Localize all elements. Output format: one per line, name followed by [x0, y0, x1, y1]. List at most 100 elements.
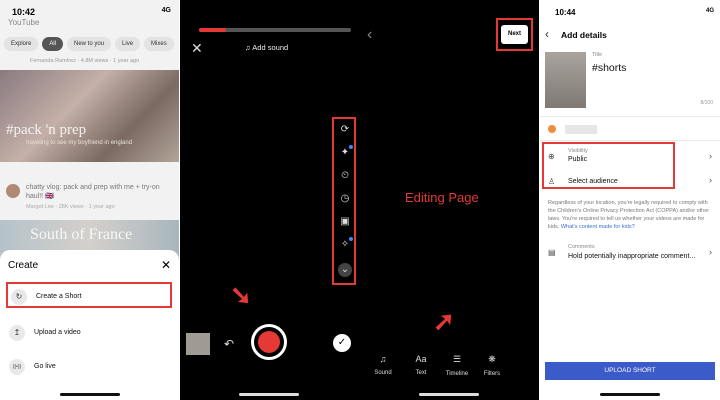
recording-progress-bar [199, 28, 351, 32]
camera-tools-toolbar: ⟳ ✦ ⏲ ◷ ▣ ✧ ⌄ [332, 117, 356, 285]
create-short-button[interactable]: ↻ Create a Short [6, 282, 172, 308]
home-indicator [419, 393, 479, 396]
home-indicator [239, 393, 299, 396]
filters-icon: ❋ [488, 354, 496, 364]
retouch-icon[interactable]: ✧ [338, 237, 353, 252]
tool-label: Timeline [445, 371, 469, 377]
close-icon[interactable]: ✕ [191, 40, 203, 57]
signal-indicator: 4G [705, 8, 714, 14]
record-icon [258, 331, 280, 353]
panel-divider [539, 0, 540, 400]
thumbnail-caption: #pack 'n prep [6, 122, 87, 138]
chip-all[interactable]: All [42, 37, 64, 51]
made-for-kids-link[interactable]: What's content made for kids? [561, 224, 635, 230]
chevron-down-icon[interactable]: ⌄ [338, 263, 352, 277]
upload-icon: ↥ [9, 325, 25, 341]
close-icon[interactable]: ✕ [161, 258, 171, 272]
flip-camera-icon[interactable]: ⟳ [338, 123, 352, 137]
chevron-right-icon: › [709, 247, 712, 257]
video-thumbnail[interactable]: #pack 'n prep traveling to see my boyfri… [0, 70, 179, 162]
channel-avatar [548, 125, 556, 133]
gallery-thumbnail[interactable] [186, 333, 210, 355]
home-indicator [599, 393, 660, 396]
app-logo: YouTube [8, 18, 40, 27]
shorts-icon: ↻ [11, 289, 27, 305]
select-audience-label: Select audience [568, 178, 618, 185]
coppa-notice: Regardless of your location, you're lega… [548, 199, 712, 231]
sheet-title: Create [8, 260, 39, 271]
visibility-label: Visibility [568, 148, 588, 154]
text-tool[interactable]: Aa Text [405, 354, 437, 376]
next-button[interactable]: Next [501, 25, 528, 44]
upload-short-button[interactable]: UPLOAD SHORT [545, 362, 715, 380]
timer-icon[interactable]: ◷ [338, 192, 352, 206]
sound-tool[interactable]: ♫ Sound [367, 354, 399, 376]
title-field[interactable]: #shorts [592, 62, 626, 74]
divider [539, 140, 720, 141]
timeline-tool[interactable]: ☰ Timeline [441, 354, 473, 377]
speed-icon[interactable]: ⏲ [338, 169, 352, 183]
menu-label: Create a Short [36, 293, 82, 300]
visibility-value: Public [568, 156, 588, 163]
chip-mixes[interactable]: Mixes [144, 37, 174, 51]
comments-label: Comments [568, 244, 595, 250]
record-button[interactable] [251, 324, 287, 360]
undo-icon[interactable]: ↶ [224, 337, 234, 351]
go-live-button[interactable]: ((•)) Go live [6, 354, 172, 380]
green-screen-icon[interactable]: ▣ [338, 215, 352, 229]
done-check-button[interactable]: ✓ [333, 334, 351, 352]
pointer-arrow-icon: ➘ [230, 280, 252, 310]
thumbnail-subcaption: traveling to see my boyfriend in england [26, 140, 133, 146]
menu-label: Go live [34, 363, 56, 370]
thumbnail-caption: South of France [30, 226, 133, 243]
video-cover-thumbnail[interactable] [545, 52, 586, 108]
channel-name-placeholder [565, 125, 597, 134]
live-icon: ((•)) [9, 359, 25, 375]
menu-label: Upload a video [34, 329, 81, 336]
recording-progress-fill [199, 28, 227, 32]
chip-live[interactable]: Live [115, 37, 141, 51]
timeline-icon: ☰ [452, 354, 462, 364]
status-time: 10:44 [555, 8, 576, 17]
add-details-panel: 10:44 4G ‹ Add details Title #shorts 8/1… [539, 0, 720, 400]
video-title: chatty vlog: pack and prep with me + try… [26, 184, 160, 200]
comment-icon: ▤ [548, 248, 556, 257]
title-char-count: 8/100 [700, 100, 713, 106]
back-icon[interactable]: ‹ [545, 27, 549, 41]
title-field-label: Title [592, 52, 603, 58]
audience-icon: ♙ [548, 177, 556, 186]
globe-icon: ⊕ [548, 152, 555, 161]
create-sheet: Create ✕ ↻ Create a Short ↥ Upload a vid… [0, 250, 179, 400]
add-sound-button[interactable]: ♫ Add sound [245, 43, 288, 52]
text-icon: Aa [415, 354, 427, 364]
effects-icon[interactable]: ✦ [338, 145, 353, 160]
tool-label: Sound [374, 370, 392, 376]
status-bar: 10:44 4G [539, 0, 720, 20]
upload-video-button[interactable]: ↥ Upload a video [6, 320, 172, 346]
editing-panel: ‹ Next Editing Page ➚ ♫ Sound Aa Text ☰ … [359, 0, 539, 400]
avatar[interactable] [6, 184, 20, 198]
filter-chips: Explore All New to you Live Mixes [4, 37, 174, 51]
next-highlight: Next [496, 18, 533, 51]
signal-indicator: 4G [161, 7, 171, 14]
chevron-right-icon: › [709, 175, 712, 185]
home-indicator [59, 393, 120, 396]
tool-label: Text [415, 370, 427, 376]
panel-divider [179, 0, 180, 400]
chip-explore[interactable]: Explore [4, 37, 39, 51]
editing-page-label: Editing Page [405, 190, 479, 205]
back-icon[interactable]: ‹ [367, 26, 372, 44]
youtube-home-panel: 10:42 4G YouTube Explore All New to you … [0, 0, 179, 400]
chip-new-to-you[interactable]: New to you [67, 37, 112, 51]
page-title: Add details [561, 30, 607, 40]
tool-label: Filters [483, 371, 501, 377]
filters-tool[interactable]: ❋ Filters [476, 354, 508, 377]
pointer-arrow-icon: ➚ [433, 306, 455, 336]
video-meta: Fernanda Ramírez · 4.8M views · 1 year a… [30, 58, 140, 64]
comments-value: Hold potentially inappropriate comment..… [568, 253, 696, 260]
status-time: 10:42 [12, 7, 36, 17]
divider [539, 116, 720, 117]
chevron-right-icon: › [709, 151, 712, 161]
editing-toolbar: ♫ Sound Aa Text ☰ Timeline ❋ Filters [367, 354, 531, 384]
shorts-camera-panel: ✕ ♫ Add sound ⟳ ✦ ⏲ ◷ ▣ ✧ ⌄ ➘ ↶ ✓ [179, 0, 359, 400]
